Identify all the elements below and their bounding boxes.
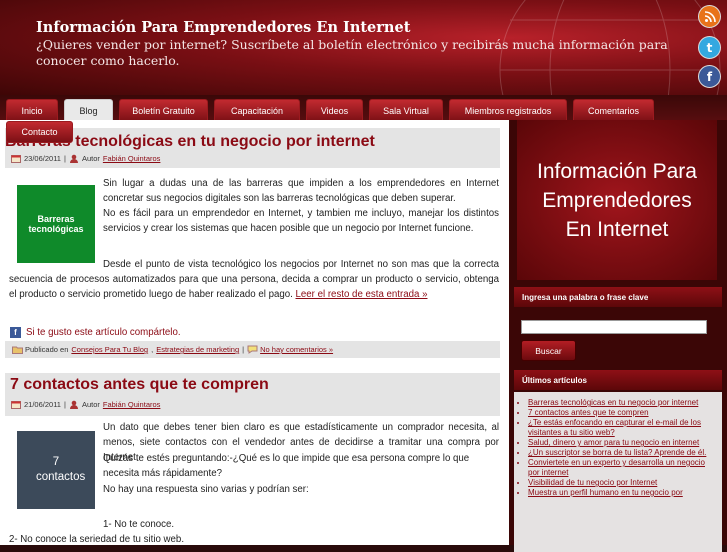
- tab-blog[interactable]: Blog: [64, 99, 113, 122]
- recent-post-link[interactable]: Salud, dinero y amor para tu negocio en …: [528, 438, 699, 447]
- facebook-share-icon[interactable]: f: [10, 327, 21, 338]
- tab-inicio[interactable]: Inicio: [6, 99, 58, 122]
- author-prefix: Autor: [81, 154, 100, 163]
- tab-boletin[interactable]: Boletín Gratuito: [119, 99, 208, 122]
- category-link[interactable]: Consejos Para Tu Blog: [71, 345, 148, 354]
- list-item: 7 contactos antes que te compren: [528, 408, 716, 418]
- main-content: Barreras tecnológicas en tu negocio por …: [0, 120, 509, 545]
- list-item: ¿Te estás enfocando en capturar el e-mai…: [528, 418, 716, 438]
- promo-banner[interactable]: Información Para Emprendedores En Intern…: [517, 120, 717, 280]
- share-text[interactable]: Si te gusto este artículo compártelo.: [26, 327, 181, 338]
- author-link[interactable]: Fabián Quintaros: [103, 154, 161, 163]
- author-icon: [69, 154, 79, 163]
- meta-separator: |: [242, 345, 245, 354]
- meta-separator: |: [63, 154, 66, 163]
- recent-post-link[interactable]: Muestra un perfil humano en tu negocio p…: [528, 488, 683, 497]
- comments-icon: [247, 345, 258, 354]
- post-footer: Publicado en Consejos Para Tu Blog, Estr…: [5, 341, 500, 358]
- post-date: 21/06/2011: [24, 400, 61, 409]
- list-item: Barreras tecnológicas en tu negocio por …: [528, 398, 716, 408]
- search-widget-title: Ingresa una palabra o frase clave: [514, 287, 722, 307]
- list-item: Muestra un perfil humano en tu negocio p…: [528, 488, 716, 498]
- list-item: Visibilidad de tu negocio por Internet: [528, 478, 716, 488]
- post-title[interactable]: 7 contactos antes que te compren: [10, 376, 269, 394]
- twitter-icon[interactable]: t: [698, 36, 721, 59]
- post-paragraph: Quizás te estés preguntando:-¿Qué es lo …: [103, 453, 470, 479]
- rss-icon[interactable]: [698, 5, 721, 28]
- search-button[interactable]: Buscar: [521, 340, 576, 361]
- recent-post-link[interactable]: Barreras tecnológicas en tu negocio por …: [528, 398, 698, 407]
- tab-capacitacion[interactable]: Capacitación: [214, 99, 300, 122]
- recent-post-link[interactable]: ¿Un suscriptor se borra de tu lista? Apr…: [528, 448, 706, 457]
- recent-post-link[interactable]: 7 contactos antes que te compren: [528, 408, 649, 417]
- promo-text: Información Para Emprendedores En Intern…: [537, 159, 697, 241]
- site-header: Información Para Emprendedores En Intern…: [0, 0, 727, 95]
- post-paragraph: No es fácil para un emprendedor en Inter…: [103, 208, 499, 234]
- recent-posts-list: Barreras tecnológicas en tu negocio por …: [514, 392, 722, 552]
- site-tagline: ¿Quieres vender por internet? Suscríbete…: [36, 37, 668, 68]
- tab-miembros[interactable]: Miembros registrados: [449, 99, 567, 122]
- folder-icon: [12, 345, 23, 354]
- post-thumbnail[interactable]: 7 contactos: [17, 431, 95, 509]
- read-more-link[interactable]: Leer el resto de esta entrada »: [296, 289, 428, 300]
- share-row[interactable]: f Si te gusto este artículo compártelo.: [10, 327, 181, 338]
- recent-post-link[interactable]: ¿Te estás enfocando en capturar el e-mai…: [528, 418, 701, 437]
- search-input[interactable]: [521, 320, 707, 334]
- published-in: Publicado en: [25, 345, 69, 354]
- tab-comentarios[interactable]: Comentarios: [573, 99, 654, 122]
- post-paragraph: No hay una respuesta sino varias y podrí…: [103, 484, 309, 495]
- post-paragraph: 1- No te conoce.: [103, 519, 175, 530]
- recent-post-link[interactable]: Visibilidad de tu negocio por Internet: [528, 478, 657, 487]
- calendar-icon: [11, 400, 21, 409]
- author-link[interactable]: Fabián Quintaros: [103, 400, 161, 409]
- category-separator: ,: [151, 345, 154, 354]
- list-item: Salud, dinero y amor para tu negocio en …: [528, 438, 716, 448]
- post-meta: 21/06/2011 | Autor Fabián Quintaros: [11, 400, 160, 409]
- author-icon: [69, 400, 79, 409]
- thumb-text: 7 contactos: [36, 456, 86, 483]
- post-paragraph: Desde el punto de vista tecnológico los …: [9, 257, 499, 302]
- post-paragraph: 2- No conoce la seriedad de tu sitio web…: [9, 534, 185, 545]
- sidebar: Información Para Emprendedores En Intern…: [509, 120, 727, 552]
- recent-post-link[interactable]: Conviertete en un experto y desarrolla u…: [528, 458, 705, 477]
- author-prefix: Autor: [81, 400, 100, 409]
- post-thumbnail[interactable]: Barreras tecnológicas: [17, 185, 95, 263]
- post-date: 23/06/2011: [24, 154, 61, 163]
- post-paragraph: Sin lugar a dudas una de las barreras qu…: [103, 178, 499, 204]
- thumb-text: Barreras tecnológicas: [28, 214, 84, 234]
- list-item: Conviertete en un experto y desarrolla u…: [528, 458, 716, 478]
- facebook-icon[interactable]: f: [698, 65, 721, 88]
- tab-videos[interactable]: Videos: [306, 99, 363, 122]
- post-meta: 23/06/2011 | Autor Fabián Quintaros: [11, 154, 160, 163]
- list-item: ¿Un suscriptor se borra de tu lista? Apr…: [528, 448, 716, 458]
- site-title[interactable]: Información Para Emprendedores En Intern…: [36, 19, 410, 36]
- meta-separator: |: [63, 400, 66, 409]
- calendar-icon: [11, 154, 21, 163]
- comments-link[interactable]: No hay comentarios »: [260, 345, 333, 354]
- tab-sala-virtual[interactable]: Sala Virtual: [369, 99, 443, 122]
- tab-contacto[interactable]: Contacto: [6, 121, 73, 143]
- recent-posts-title: Últimos artículos: [514, 370, 722, 390]
- category-link[interactable]: Estrategias de marketing: [156, 345, 239, 354]
